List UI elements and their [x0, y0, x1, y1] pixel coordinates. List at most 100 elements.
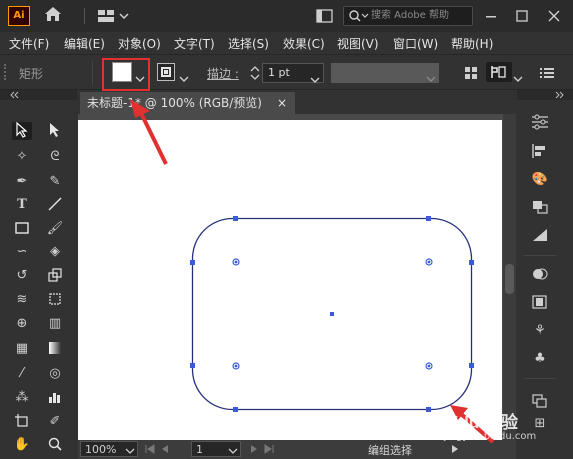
zoom-value: 100% [85, 443, 117, 456]
watermark: Baidu 经验 jingyan.baidu.com [422, 405, 573, 459]
stroke-color-swatch[interactable] [157, 63, 175, 81]
shaper-tool-icon[interactable]: ∽ [12, 243, 32, 261]
stroke-weight-value: 1 pt [268, 66, 290, 79]
magic-wand-icon[interactable]: ✧ [12, 148, 32, 166]
properties-panel-icon[interactable] [530, 114, 550, 132]
artboard-number-field[interactable]: 1 [191, 441, 241, 457]
center-point-marker [330, 312, 334, 316]
blend-tool-icon[interactable]: ◎ [45, 365, 65, 383]
type-tool-icon[interactable]: T [12, 196, 32, 214]
transform-icon[interactable] [486, 62, 512, 82]
scrollbar-thumb[interactable] [505, 264, 514, 294]
menu-type[interactable]: 文字(T) [174, 35, 215, 52]
chevron-down-icon [228, 445, 238, 458]
rectangle-tool-icon[interactable] [12, 220, 32, 238]
menu-file[interactable]: 文件(F) [9, 35, 49, 52]
paintbrush-tool-icon[interactable]: 🖌 [45, 220, 65, 238]
menu-object[interactable]: 对象(O) [118, 35, 161, 52]
align-panel-icon[interactable] [530, 143, 550, 161]
first-artboard-icon[interactable] [144, 443, 156, 455]
maximize-icon[interactable] [514, 8, 530, 24]
width-tool-icon[interactable]: ≋ [12, 291, 32, 309]
app-window: { "titlebar": { "logo": "Ai", "search_pl… [0, 0, 573, 459]
document-tab[interactable]: 未标题-1* @ 100% (RGB/预览) × [80, 92, 295, 114]
app-logo: Ai [8, 6, 30, 26]
menu-effect[interactable]: 效果(C) [283, 35, 325, 52]
menu-select[interactable]: 选择(S) [228, 35, 269, 52]
brushes-panel-icon[interactable]: ♣ [530, 350, 550, 368]
pathfinder-panel-icon[interactable] [530, 199, 550, 217]
gradient-tool-icon[interactable] [45, 340, 65, 358]
watermark-url: jingyan.baidu.com [444, 431, 537, 442]
tools-panel: ✧ ᘓ ✒ ✎ T 🖌 ∽ ◈ ↺ ≋ ⊕ ▥ ▦ ⁄ ◎ ⁂ ✐ ✋ [7, 103, 75, 459]
appearance-panel-icon[interactable] [530, 294, 550, 312]
control-bar: 矩形 描边 : 1 pt [0, 54, 573, 91]
last-artboard-icon[interactable] [263, 443, 275, 455]
transparency-panel-icon[interactable] [530, 266, 550, 284]
artboard-number-value: 1 [196, 443, 203, 456]
chevron-down-icon[interactable] [513, 68, 523, 82]
highlight-callout-box [102, 58, 150, 91]
search-placeholder: 搜索 Adobe 帮助 [371, 10, 449, 21]
next-artboard-icon[interactable] [248, 443, 260, 455]
artboard-tool-icon[interactable] [12, 413, 32, 431]
left-panel-collapse-bar[interactable] [0, 90, 77, 100]
stroke-weight-stepper[interactable] [248, 63, 262, 83]
symbols-panel-icon[interactable]: ⚘ [530, 322, 550, 340]
previous-artboard-icon[interactable] [159, 443, 171, 455]
minimize-icon[interactable] [483, 8, 499, 24]
mesh-tool-icon[interactable]: ▦ [12, 340, 32, 358]
eyedropper-tool-icon[interactable]: ⁄ [12, 365, 32, 383]
panel-menu-icon[interactable] [540, 65, 554, 79]
scale-tool-icon[interactable] [45, 267, 65, 285]
stroke-weight-field[interactable]: 1 pt [262, 63, 324, 83]
workspace-layout-icon[interactable] [97, 8, 131, 24]
color-panel-icon[interactable]: 🎨 [530, 171, 550, 189]
symbol-sprayer-tool-icon[interactable]: ⁂ [12, 389, 32, 407]
perspective-grid-tool-icon[interactable]: ▥ [45, 315, 65, 333]
variable-width-profile-dropdown[interactable] [331, 63, 439, 83]
vertical-scrollbar[interactable] [503, 114, 516, 440]
curvature-tool-icon[interactable]: ✎ [45, 173, 65, 191]
menu-window[interactable]: 窗口(W) [393, 35, 438, 52]
chevron-down-icon [125, 445, 135, 458]
help-search-field[interactable]: 搜索 Adobe 帮助 [343, 6, 473, 26]
document-tab-title: 未标题-1* @ 100% (RGB/预览) [87, 96, 262, 110]
arrange-documents-icon[interactable] [316, 8, 334, 24]
lasso-icon[interactable]: ᘓ [45, 148, 65, 166]
menu-help[interactable]: 帮助(H) [451, 35, 493, 52]
panel-divider [524, 378, 556, 379]
column-graph-tool-icon[interactable] [45, 389, 65, 407]
current-tool-status: 编组选择 [368, 444, 412, 457]
align-grid-icon[interactable] [464, 65, 478, 79]
artboard[interactable] [78, 120, 502, 440]
close-icon[interactable] [546, 8, 562, 24]
menu-view[interactable]: 视图(V) [337, 35, 379, 52]
close-tab-icon[interactable]: × [277, 92, 287, 114]
gradient-panel-icon[interactable] [530, 227, 550, 245]
stroke-label[interactable]: 描边 : [207, 65, 239, 82]
divider [92, 61, 93, 85]
shape-builder-tool-icon[interactable]: ⊕ [12, 315, 32, 333]
line-segment-tool-icon[interactable] [45, 196, 65, 214]
watermark-brand: Baidu 经验 [432, 413, 518, 432]
selection-tool-icon[interactable] [12, 121, 32, 140]
right-panel-dock: 🎨 ⚘ ♣ ⊞ [520, 103, 560, 433]
free-transform-tool-icon[interactable] [45, 291, 65, 309]
title-bar: Ai 搜索 Adobe 帮助 [0, 0, 573, 32]
home-icon[interactable] [42, 6, 64, 26]
chevron-down-icon [426, 68, 436, 87]
zoom-tool-icon[interactable] [45, 436, 65, 454]
direct-selection-tool-icon[interactable] [45, 122, 65, 140]
pen-tool-icon[interactable]: ✒ [12, 173, 32, 191]
rotate-tool-icon[interactable]: ↺ [12, 267, 32, 285]
menu-bar: 文件(F) 编辑(E) 对象(O) 文字(T) 选择(S) 效果(C) 视图(V… [0, 32, 573, 54]
menu-edit[interactable]: 编辑(E) [64, 35, 105, 52]
eraser-tool-icon[interactable]: ◈ [45, 243, 65, 261]
grip-handle [4, 64, 7, 80]
chevron-down-icon[interactable] [179, 68, 189, 82]
hand-tool-icon[interactable]: ✋ [12, 436, 32, 454]
slice-tool-icon[interactable]: ✐ [45, 413, 65, 431]
right-panel-collapse-bar[interactable] [517, 90, 573, 100]
zoom-dropdown[interactable]: 100% [80, 441, 138, 457]
